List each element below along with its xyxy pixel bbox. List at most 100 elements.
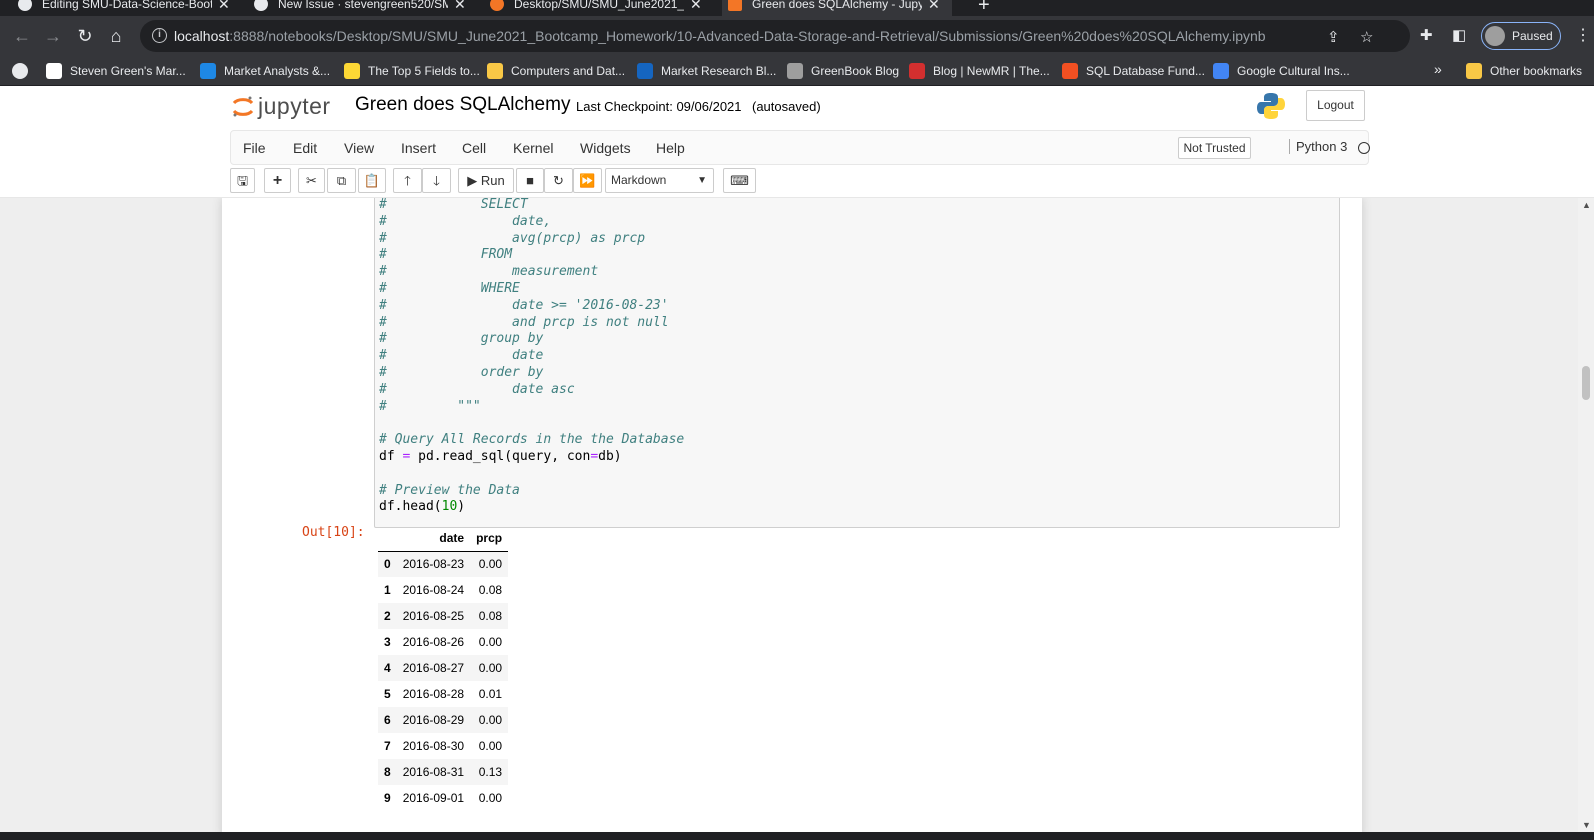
browser-tab[interactable]: New Issue · stevengreen520/SMU ✕ bbox=[254, 0, 480, 16]
bookmark-favicon-icon bbox=[487, 63, 503, 79]
code-token: # date, bbox=[379, 213, 552, 229]
browser-tab[interactable]: Editing SMU-Data-Science-Bootc ✕ bbox=[18, 0, 244, 16]
side-panel-icon[interactable]: ◧ bbox=[1452, 26, 1466, 44]
bookmark-item[interactable]: Market Analysts &... bbox=[200, 63, 330, 79]
menu-cell[interactable]: Cell bbox=[462, 140, 486, 156]
column-header: date bbox=[396, 525, 471, 552]
menu-kernel[interactable]: Kernel bbox=[513, 140, 553, 156]
site-info-icon[interactable]: i bbox=[152, 28, 167, 43]
insert-cell-button[interactable]: + bbox=[264, 168, 291, 193]
interrupt-button[interactable]: ■ bbox=[516, 168, 544, 193]
bookmark-item[interactable]: Blog | NewMR | The... bbox=[909, 63, 1050, 79]
bookmark-item[interactable]: The Top 5 Fields to... bbox=[344, 63, 480, 79]
row-index: 9 bbox=[384, 791, 391, 805]
scroll-thumb[interactable] bbox=[1582, 366, 1590, 400]
code-line: df.head(10) bbox=[379, 499, 684, 516]
table-row: 6 2016-08-29 0.00 bbox=[378, 707, 509, 733]
restart-button[interactable]: ↻ bbox=[544, 168, 573, 193]
forward-arrow-icon[interactable]: → bbox=[41, 24, 65, 48]
code-token: df bbox=[379, 448, 403, 464]
keyboard-icon: ⌨ bbox=[730, 173, 749, 188]
save-button[interactable]: 🖫 bbox=[230, 168, 255, 193]
paste-button[interactable]: 📋 bbox=[358, 168, 386, 193]
menu-view[interactable]: View bbox=[344, 140, 374, 156]
jupyter-logo[interactable]: jupyter bbox=[232, 93, 331, 120]
google-apps-icon[interactable] bbox=[12, 63, 36, 79]
kernel-name[interactable]: Python 3 bbox=[1289, 139, 1347, 154]
arrow-down-icon: 🡓 bbox=[433, 173, 440, 188]
bookmark-label: Google Cultural Ins... bbox=[1237, 64, 1350, 78]
restart-run-all-button[interactable]: ⏩ bbox=[573, 168, 602, 193]
bookmark-favicon-icon bbox=[1213, 63, 1229, 79]
code-token: db) bbox=[598, 448, 622, 464]
profile-status: Paused bbox=[1512, 29, 1553, 43]
bookmark-item[interactable]: Google Cultural Ins... bbox=[1213, 63, 1350, 79]
copy-button[interactable]: ⧉ bbox=[327, 168, 356, 193]
bookmark-item[interactable]: Steven Green's Mar... bbox=[46, 63, 186, 79]
close-icon[interactable]: ✕ bbox=[690, 0, 702, 13]
code-editor[interactable]: # SELECT # date, # avg(prcp) as prcp # FROM… bbox=[379, 198, 684, 516]
run-label: Run bbox=[480, 173, 505, 188]
menu-edit[interactable]: Edit bbox=[293, 140, 317, 156]
reload-icon[interactable]: ↻ bbox=[73, 24, 97, 48]
bookmark-label: SQL Database Fund... bbox=[1086, 64, 1205, 78]
tab-label: Desktop/SMU/SMU_June2021_Bo bbox=[514, 0, 684, 11]
browser-tab[interactable]: Desktop/SMU/SMU_June2021_Bo ✕ bbox=[490, 0, 716, 16]
url-text[interactable]: localhost:8888/notebooks/Desktop/SMU/SMU… bbox=[174, 28, 1266, 44]
cut-button[interactable]: ✂ bbox=[298, 168, 325, 193]
star-icon[interactable]: ☆ bbox=[1360, 28, 1373, 46]
kernel-idle-icon bbox=[1358, 142, 1370, 154]
back-arrow-icon[interactable]: ← bbox=[10, 24, 34, 48]
home-icon[interactable]: ⌂ bbox=[104, 24, 128, 48]
menu-insert[interactable]: Insert bbox=[401, 140, 436, 156]
notebook-area: # SELECT # date, # avg(prcp) as prcp # FROM… bbox=[0, 198, 1594, 832]
run-button[interactable]: ▶ Run bbox=[458, 168, 514, 193]
menu-widgets[interactable]: Widgets bbox=[580, 140, 631, 156]
page-scrollbar[interactable]: ▲ ▼ bbox=[1578, 198, 1594, 832]
browser-menu-icon[interactable]: ⋮ bbox=[1575, 25, 1591, 45]
menu-file[interactable]: File bbox=[243, 140, 266, 156]
row-index: 5 bbox=[384, 687, 391, 701]
browser-tab-active[interactable]: Green does SQLAlchemy - Jupyte ✕ bbox=[722, 0, 952, 16]
cell-type-select[interactable]: Markdown ▼ bbox=[605, 168, 714, 193]
code-cell-input[interactable]: # SELECT # date, # avg(prcp) as prcp # FROM… bbox=[374, 198, 1340, 528]
close-icon[interactable]: ✕ bbox=[454, 0, 466, 13]
bookmark-item[interactable]: SQL Database Fund... bbox=[1062, 63, 1205, 79]
bookmark-item[interactable]: GreenBook Blog bbox=[787, 63, 899, 79]
other-bookmarks-folder[interactable]: Other bookmarks bbox=[1466, 63, 1582, 79]
bookmark-item[interactable]: Computers and Dat... bbox=[487, 63, 625, 79]
bookmark-label: Market Analysts &... bbox=[224, 64, 331, 78]
extensions-puzzle-icon[interactable]: ✚ bbox=[1420, 26, 1433, 44]
logout-button[interactable]: Logout bbox=[1306, 90, 1365, 121]
code-token: pd.read_sql(query, con bbox=[410, 448, 591, 464]
command-palette-button[interactable]: ⌨ bbox=[723, 168, 756, 193]
table-row: 5 2016-08-28 0.01 bbox=[378, 681, 508, 707]
scroll-down-icon[interactable]: ▼ bbox=[1582, 820, 1591, 830]
browser-toolbar: ← → ↻ ⌂ i localhost:8888/notebooks/Deskt… bbox=[0, 16, 1594, 56]
address-bar[interactable]: i localhost:8888/notebooks/Desktop/SMU/S… bbox=[140, 20, 1410, 52]
table-cell: 2016-08-27 bbox=[402, 661, 465, 675]
profile-button[interactable]: Paused bbox=[1481, 22, 1561, 50]
table-cell: 0.00 bbox=[478, 713, 503, 727]
bookmark-item[interactable]: Market Research Bl... bbox=[637, 63, 776, 79]
python-logo-icon bbox=[1257, 93, 1285, 119]
menu-help[interactable]: Help bbox=[656, 140, 685, 156]
trust-indicator[interactable]: Not Trusted bbox=[1178, 137, 1251, 159]
other-bookmarks-label: Other bookmarks bbox=[1490, 64, 1583, 78]
move-up-button[interactable]: 🡑 bbox=[393, 168, 422, 193]
more-bookmarks-icon[interactable]: » bbox=[1434, 61, 1442, 77]
new-tab-icon[interactable]: + bbox=[978, 0, 990, 16]
bookmark-favicon-icon bbox=[787, 63, 803, 79]
close-icon[interactable]: ✕ bbox=[928, 0, 940, 13]
code-line: # date bbox=[379, 348, 684, 365]
scroll-up-icon[interactable]: ▲ bbox=[1582, 200, 1591, 210]
table-cell: 2016-08-25 bbox=[402, 609, 465, 623]
share-icon[interactable]: ⇪ bbox=[1327, 28, 1340, 46]
plus-icon: + bbox=[272, 172, 283, 189]
row-index: 0 bbox=[384, 557, 391, 572]
notebook-name[interactable]: Green does SQLAlchemy bbox=[355, 94, 570, 116]
code-token: # group by bbox=[379, 331, 544, 347]
move-down-button[interactable]: 🡓 bbox=[422, 168, 451, 193]
code-line: # date, bbox=[379, 214, 684, 231]
close-icon[interactable]: ✕ bbox=[218, 0, 230, 13]
